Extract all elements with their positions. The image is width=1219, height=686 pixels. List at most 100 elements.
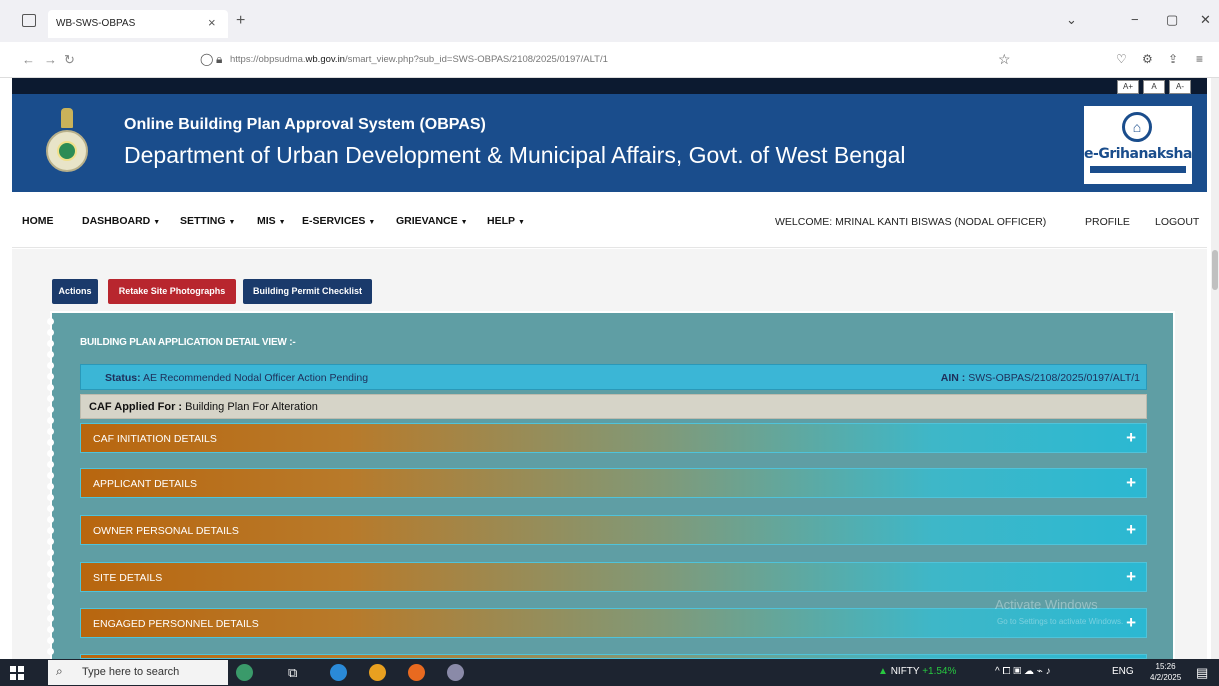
status-label: Status: [105, 372, 141, 384]
chevron-down-icon: ▼ [153, 219, 161, 226]
weather-icon[interactable] [236, 664, 253, 681]
section-engaged-personnel[interactable]: ENGAGED PERSONNEL DETAILS + [80, 608, 1147, 638]
nifty-label: NIFTY [890, 666, 920, 677]
system-clock[interactable]: 15:26 4/2/2025 [1150, 661, 1181, 683]
pocket-icon[interactable]: ♡ [1116, 52, 1127, 66]
chevron-down-icon: ▼ [368, 219, 376, 226]
binder-dot [47, 538, 54, 545]
department-title: Department of Urban Development & Munici… [124, 142, 906, 168]
ain-label: AIN : [940, 372, 966, 384]
nav-setting[interactable]: SETTING ▼ [180, 215, 235, 227]
clock-date: 4/2/2025 [1150, 673, 1182, 682]
expand-plus-icon[interactable]: + [1126, 520, 1136, 540]
lock-icon[interactable]: 🔒︎ [216, 52, 222, 67]
logo-text: e-Grihanaksha [1084, 146, 1192, 162]
minimize-icon[interactable]: − [1131, 12, 1139, 27]
status-text: Status: AE Recommended Nodal Officer Act… [105, 372, 368, 384]
chevron-down-icon: ▼ [518, 219, 525, 226]
binder-dot [47, 626, 54, 633]
nav-grievance[interactable]: GRIEVANCE ▼ [396, 215, 468, 227]
nifty-widget[interactable]: ▲ NIFTY +1.54% [878, 666, 956, 677]
maximize-icon[interactable]: ▢ [1166, 12, 1178, 28]
binder-dot [47, 362, 54, 369]
expand-plus-icon[interactable]: + [1126, 613, 1136, 633]
extensions-icon[interactable]: ⚙ [1142, 52, 1153, 66]
tab-overview-icon[interactable] [22, 14, 36, 27]
nav-eservices[interactable]: E-SERVICES ▼ [302, 215, 375, 227]
trend-up-icon: ▲ [878, 666, 888, 677]
font-normal-button[interactable]: A [1143, 80, 1165, 94]
address-bar: ← → ↻ ◯ 🔒︎ https://obpsudma.wb.gov.in/sm… [0, 42, 1219, 78]
profile-link[interactable]: PROFILE [1085, 216, 1130, 228]
share-icon[interactable]: ⇪ [1168, 52, 1178, 66]
menu-icon[interactable]: ≡ [1196, 52, 1203, 66]
expand-plus-icon[interactable]: + [1126, 473, 1136, 493]
language-indicator[interactable]: ENG [1112, 666, 1134, 677]
close-window-icon[interactable]: ✕ [1200, 12, 1211, 28]
url-domain: wb.gov.in [305, 54, 345, 65]
state-seal-icon [46, 130, 88, 172]
nav-dashboard[interactable]: DASHBOARD ▼ [82, 215, 160, 227]
scrollbar-thumb[interactable] [1212, 250, 1218, 290]
section-site[interactable]: SITE DETAILS + [80, 562, 1147, 592]
binder-dot [47, 527, 54, 534]
system-title: Online Building Plan Approval System (OB… [124, 116, 486, 133]
new-tab-icon[interactable]: + [236, 12, 245, 30]
nav-help[interactable]: HELP ▼ [487, 215, 525, 227]
binder-dot [47, 395, 54, 402]
font-decrease-button[interactable]: A- [1169, 80, 1191, 94]
page-scrollbar[interactable] [1211, 78, 1219, 659]
binder-dot [47, 373, 54, 380]
notification-icon[interactable]: ▤ [1196, 665, 1208, 681]
nav-mis[interactable]: MIS ▼ [257, 215, 286, 227]
tab-list-icon[interactable]: ⌄ [1066, 12, 1077, 28]
status-bar: Status: AE Recommended Nodal Officer Act… [80, 364, 1147, 390]
logout-link[interactable]: LOGOUT [1155, 216, 1199, 228]
retake-site-photographs-button[interactable]: Retake Site Photographs [108, 279, 236, 304]
building-permit-checklist-button[interactable]: Building Permit Checklist [243, 279, 372, 304]
binder-dot [47, 593, 54, 600]
section-owner-personal[interactable]: OWNER PERSONAL DETAILS + [80, 515, 1147, 545]
edge-icon[interactable] [330, 664, 347, 681]
nav-grievance-label: GRIEVANCE [396, 215, 458, 227]
tab-close-icon[interactable]: × [208, 15, 216, 30]
task-view-icon[interactable]: ⧉ [288, 665, 297, 681]
section-label: ENGAGED PERSONNEL DETAILS [93, 618, 259, 630]
binder-dot [47, 461, 54, 468]
binder-dot [47, 494, 54, 501]
forward-icon[interactable]: → [44, 52, 57, 67]
expand-plus-icon[interactable]: + [1126, 567, 1136, 587]
url-text: https://obpsudma.wb.gov.in/smart_view.ph… [230, 54, 608, 65]
binder-dot [47, 571, 54, 578]
main-nav: HOME DASHBOARD ▼ SETTING ▼ MIS ▼ E-SERVICES… [12, 192, 1207, 248]
browser-tab[interactable]: WB-SWS-OBPAS × [48, 10, 228, 38]
firefox-icon[interactable] [408, 664, 425, 681]
state-emblem-logo [42, 108, 92, 180]
nav-mis-label: MIS [257, 215, 276, 227]
chrome-icon[interactable] [369, 664, 386, 681]
back-icon[interactable]: ← [22, 52, 35, 67]
binder-dot [47, 406, 54, 413]
reload-icon[interactable]: ↻ [64, 52, 75, 68]
browser-tab-bar: WB-SWS-OBPAS × + ⌄ − ▢ ✕ [0, 0, 1219, 42]
app-icon[interactable] [447, 664, 464, 681]
welcome-text: WELCOME: MRINAL KANTI BISWAS (NODAL OFFI… [775, 216, 1047, 228]
actions-button[interactable]: Actions [52, 279, 98, 304]
binder-dot [47, 472, 54, 479]
binder-dot [47, 450, 54, 457]
house-icon: ⌂ [1122, 112, 1152, 142]
site-header: Online Building Plan Approval System (OB… [12, 94, 1207, 192]
binder-dot [47, 560, 54, 567]
shield-icon[interactable]: ◯ [200, 52, 213, 66]
clock-time: 15:26 [1155, 662, 1176, 671]
section-caf-initiation[interactable]: CAF INITIATION DETAILS + [80, 423, 1147, 453]
nav-home[interactable]: HOME [22, 215, 54, 227]
tray-icons[interactable]: ^ ⧠ ▣ ☁ ⌁ ♪ [995, 666, 1051, 677]
font-increase-button[interactable]: A+ [1117, 80, 1139, 94]
taskbar-search[interactable]: ⌕ Type here to search [48, 660, 228, 685]
bookmark-star-icon[interactable]: ☆ [998, 51, 1011, 68]
section-applicant[interactable]: APPLICANT DETAILS + [80, 468, 1147, 498]
url-field[interactable]: ◯ 🔒︎ https://obpsudma.wb.gov.in/smart_vi… [190, 48, 1026, 72]
expand-plus-icon[interactable]: + [1126, 428, 1136, 448]
windows-start-icon[interactable] [10, 666, 24, 680]
